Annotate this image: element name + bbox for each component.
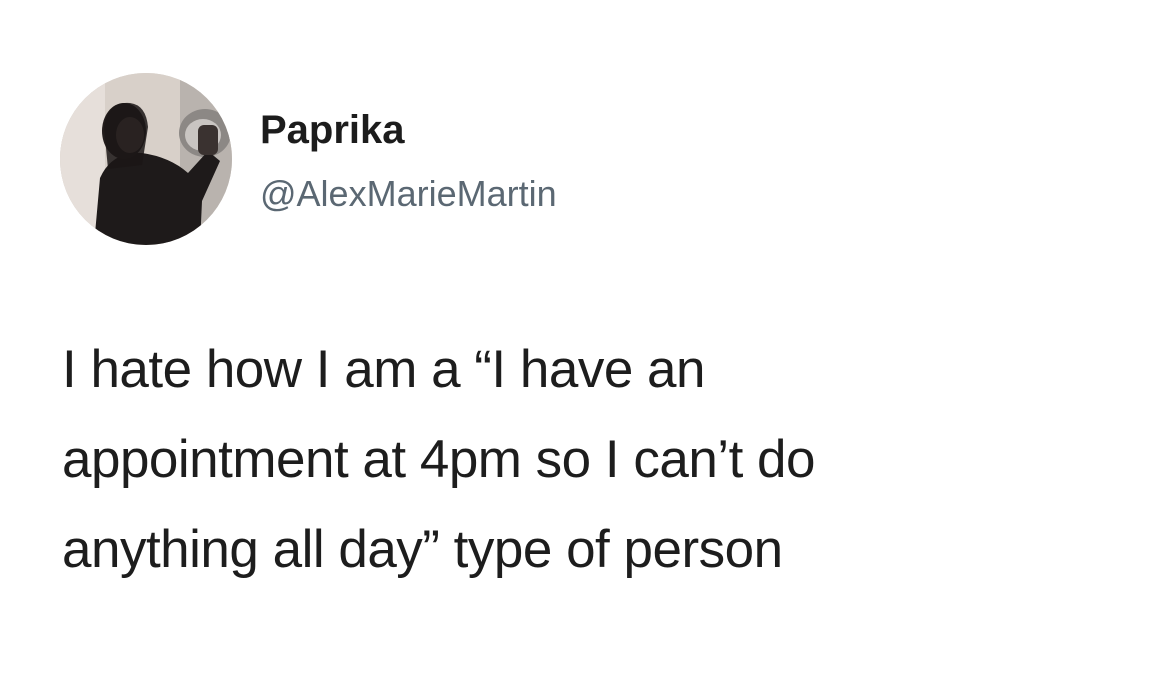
avatar[interactable] [60,73,232,245]
tweet-card: Paprika @AlexMarieMartin I hate how I am… [0,0,1170,674]
tweet-text-line: anything all day” type of person [62,520,783,579]
display-name[interactable]: Paprika [260,106,405,154]
user-handle[interactable]: @AlexMarieMartin [260,172,557,216]
tweet-text: I hate how I am a “I have an appointment… [62,325,1122,595]
profile-photo-icon [60,73,232,245]
tweet-text-line: I hate how I am a “I have an [62,340,706,399]
tweet-text-line: appointment at 4pm so I can’t do [62,430,815,489]
